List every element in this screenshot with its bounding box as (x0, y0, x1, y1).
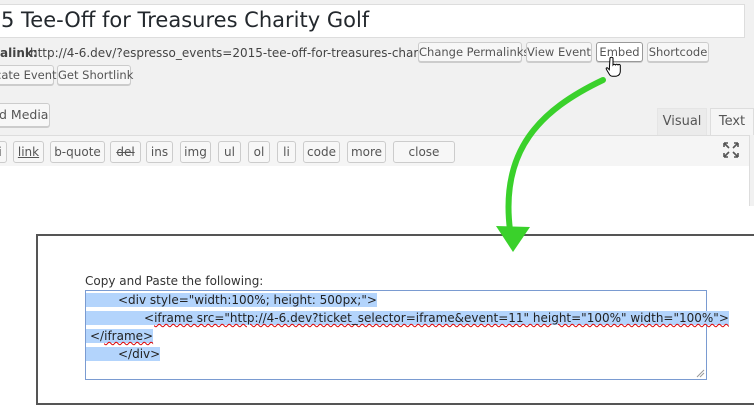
qt-del-button[interactable]: del (110, 141, 141, 163)
code-line-text: iframe> (104, 329, 154, 343)
event-title-input[interactable]: 5 Tee-Off for Treasures Charity Golf (0, 4, 745, 38)
qt-li-button[interactable]: li (277, 141, 296, 163)
hand-cursor-icon (605, 56, 621, 77)
embed-instructions-label: Copy and Paste the following: (85, 274, 264, 288)
code-line-prefix: < (86, 311, 155, 325)
qt-ins-button[interactable]: ins (146, 141, 173, 163)
add-media-button[interactable]: d Media (0, 103, 50, 127)
qt-code-button[interactable]: code (303, 141, 340, 163)
tab-text[interactable]: Text (710, 108, 754, 135)
qt-close-tags-button[interactable]: close tags (393, 141, 455, 179)
quicktags-toolbar: i link b-quote del ins img ul ol li code… (0, 135, 750, 179)
view-event-button[interactable]: View Event (526, 42, 592, 62)
qt-ul-button[interactable]: ul (218, 141, 241, 163)
embed-code-dialog: Copy and Paste the following: <div style… (36, 234, 754, 405)
qt-italic-button[interactable]: i (0, 141, 7, 163)
code-line-text: </div> (86, 347, 161, 361)
code-line: </div> (86, 345, 161, 363)
qt-ol-button[interactable]: ol (248, 141, 270, 163)
qt-bquote-button[interactable]: b-quote (50, 141, 105, 163)
qt-img-button[interactable]: img (180, 141, 211, 163)
change-permalinks-button[interactable]: Change Permalinks (418, 42, 529, 62)
code-line: <div style="width:100%; height: 500px;"> (86, 291, 377, 309)
code-line: <iframe src="http://4-6.dev?ticket_selec… (86, 309, 729, 327)
embed-code-textarea[interactable]: <div style="width:100%; height: 500px;">… (85, 290, 729, 380)
fullscreen-expand-icon[interactable] (721, 140, 741, 160)
code-line: </iframe> (86, 327, 154, 345)
duplicate-event-button[interactable]: cate Event (0, 65, 57, 85)
permalink-url[interactable]: http://4-6.dev/?espresso_events=2015-tee… (30, 46, 460, 60)
shortcode-button[interactable]: Shortcode (647, 42, 709, 62)
tab-visual[interactable]: Visual (657, 108, 707, 135)
editor-textarea[interactable] (0, 166, 750, 206)
get-shortlink-button[interactable]: Get Shortlink (57, 65, 133, 85)
code-line-text: <div style="width:100%; height: 500px;"> (86, 293, 377, 307)
code-line-text: iframe src="http://4-6.dev?ticket_select… (154, 311, 729, 325)
qt-more-button[interactable]: more (347, 141, 386, 163)
code-line-prefix: </ (86, 329, 105, 343)
qt-link-button[interactable]: link (13, 141, 44, 163)
resize-grip-icon[interactable] (695, 368, 705, 378)
